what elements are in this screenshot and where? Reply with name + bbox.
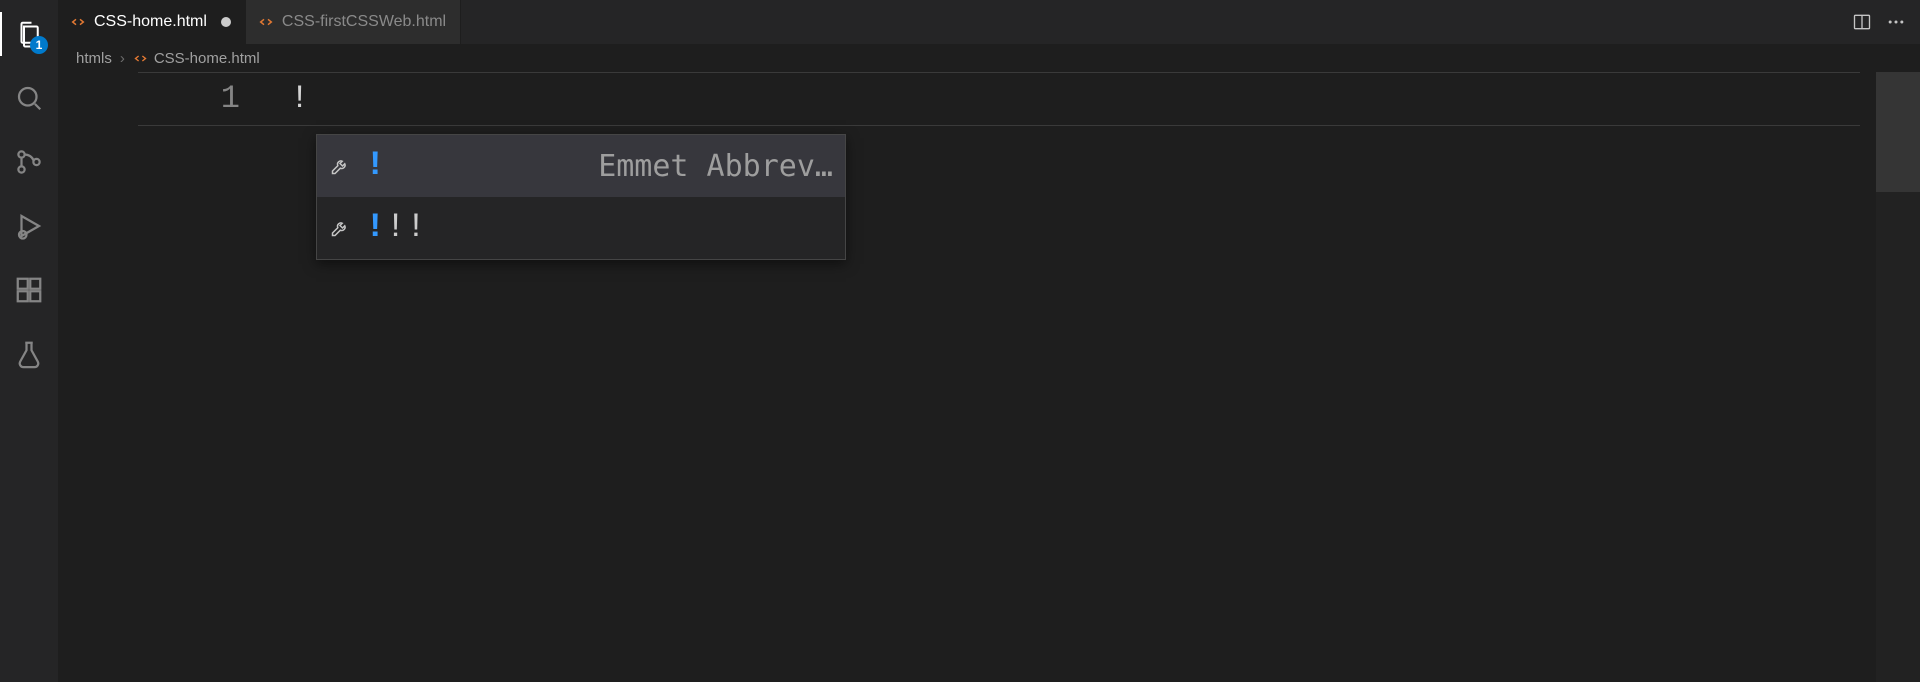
suggest-item[interactable]: ! Emmet Abbrev… [317,135,845,197]
activity-bar: 1 [0,0,58,682]
wrench-icon [329,218,351,238]
more-actions-icon[interactable] [1886,12,1906,32]
editor-vertical-scrollbar[interactable] [1876,72,1920,682]
split-editor-icon[interactable] [1852,12,1872,32]
breadcrumb: htmls › CSS-home.html [58,44,1920,72]
chevron-right-icon: › [120,50,125,67]
html-file-icon [133,51,148,66]
activity-explorer[interactable]: 1 [0,8,58,60]
activity-extensions[interactable] [0,264,58,316]
explorer-badge: 1 [30,36,48,54]
suggest-detail: Emmet Abbrev… [598,149,833,184]
html-file-icon [258,14,274,30]
tab-label: CSS-firstCSSWeb.html [282,13,446,31]
html-file-icon [70,14,86,30]
suggest-label: ! [365,149,385,183]
tab-css-home[interactable]: CSS-home.html [58,0,246,44]
activity-search[interactable] [0,72,58,124]
activity-testing[interactable] [0,328,58,380]
dirty-indicator-icon [221,17,231,27]
line-number: 1 [58,72,240,126]
breadcrumb-folder[interactable]: htmls [76,50,112,67]
tab-css-firstcssweb[interactable]: CSS-firstCSSWeb.html [246,0,461,44]
tabbar-actions [1852,0,1920,44]
scrollbar-thumb[interactable] [1876,72,1920,192]
tab-label: CSS-home.html [94,13,207,31]
code-editor[interactable]: 1 ! ! Emmet Abbrev… [58,72,1920,682]
activity-run-debug[interactable] [0,200,58,252]
activity-source-control[interactable] [0,136,58,188]
tab-bar: CSS-home.html CSS-firstCSSWeb.html [58,0,1920,44]
wrench-icon [329,156,351,176]
suggest-item[interactable]: !!! [317,197,845,259]
suggest-widget: ! Emmet Abbrev… !!! [316,134,846,260]
current-line-highlight [138,72,1860,126]
breadcrumb-file[interactable]: CSS-home.html [154,50,260,67]
suggest-label: !!! [365,211,426,245]
code-line[interactable]: ! [290,72,309,126]
main-area: CSS-home.html CSS-firstCSSWeb.html [58,0,1920,682]
gutter: 1 [58,72,268,682]
